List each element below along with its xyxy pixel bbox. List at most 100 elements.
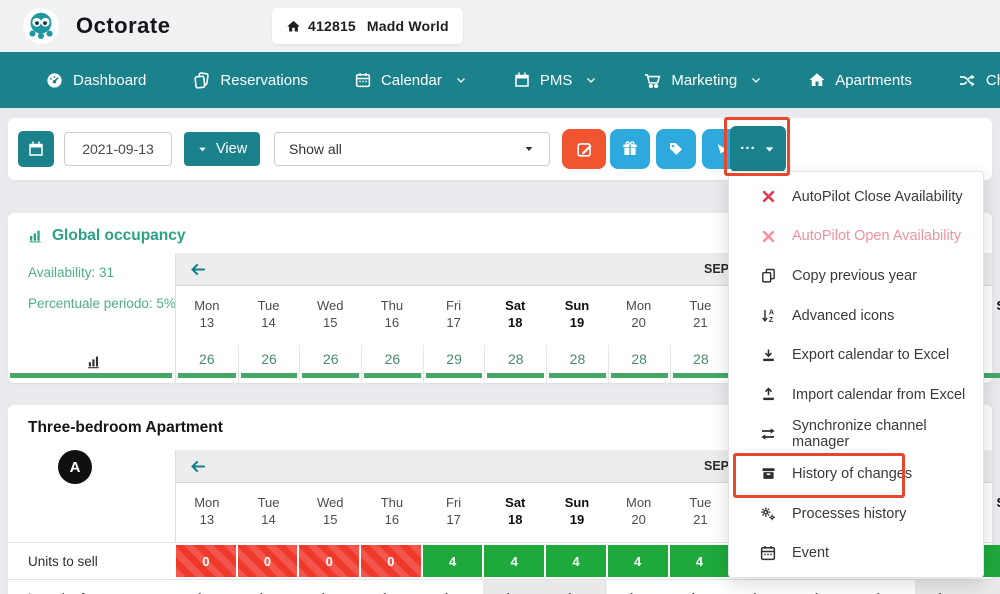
availability-value-cell[interactable]: 28 (546, 345, 608, 383)
length-of-stay-cell[interactable]: 1 (483, 580, 546, 594)
apartment-title: Three-bedroom Apartment (28, 419, 223, 436)
length-of-stay-cell[interactable]: 1 (976, 580, 1000, 594)
previous-arrow-icon[interactable] (189, 260, 208, 279)
availability-value-cell[interactable]: 28 (484, 345, 546, 383)
nav-item-reservations[interactable]: Reservations (192, 71, 308, 90)
nav-item-channels[interactable]: Channels (958, 71, 1000, 90)
day-cell[interactable]: Thu 16 (361, 286, 423, 345)
filter-select[interactable]: Show all (274, 132, 550, 166)
menu-item-history-of-changes[interactable]: History of changes (729, 454, 983, 494)
day-cell[interactable]: Sat 18 (484, 483, 546, 542)
occupancy-bar (487, 373, 545, 378)
units-cell[interactable]: 0 (237, 543, 299, 579)
day-cell[interactable]: Sun 19 (546, 286, 608, 345)
length-of-stay-cell[interactable]: 1 (607, 580, 669, 594)
nav-item-label: Reservations (220, 71, 308, 89)
menu-item-event[interactable]: Event (729, 533, 983, 573)
edit-button[interactable] (562, 129, 606, 169)
menu-item-import-calendar-from-excel[interactable]: Import calendar from Excel (729, 375, 983, 415)
occupancy-bar (364, 373, 421, 378)
menu-item-label: Event (792, 545, 830, 562)
more-actions-button[interactable]: ... (730, 126, 786, 172)
units-cell[interactable]: 4 (607, 543, 669, 579)
units-cell[interactable]: 0 (360, 543, 422, 579)
length-of-stay-cell[interactable]: 1 (669, 580, 731, 594)
length-of-stay-cell[interactable]: 1 (422, 580, 484, 594)
units-cell[interactable]: 4 (669, 543, 731, 579)
day-cell[interactable]: Mon 13 (176, 483, 238, 542)
nav-item-pms[interactable]: PMS (513, 71, 598, 89)
length-of-stay-cell[interactable]: 1 (854, 580, 916, 594)
chevron-down-icon (585, 74, 597, 86)
availability-value-cell[interactable]: 26 (361, 345, 423, 383)
occupancy-bar (302, 373, 360, 378)
month-label: SEP (704, 459, 730, 473)
property-badge[interactable]: 412815 Madd World (272, 8, 463, 44)
filter-value: Show all (289, 141, 342, 157)
units-cell[interactable]: 0 (298, 543, 360, 579)
availability-value-cell[interactable]: 29 (422, 345, 485, 383)
menu-item-advanced-icons[interactable]: A Z Advanced icons (729, 296, 983, 336)
svg-text:Z: Z (768, 316, 773, 324)
day-cell[interactable]: Thu 16 (361, 483, 423, 542)
menu-item-label: Processes history (792, 505, 907, 522)
availability-value-cell[interactable]: 26 (299, 345, 361, 383)
length-of-stay-cell[interactable]: 1 (175, 580, 237, 594)
chevron-down-icon (750, 74, 762, 86)
menu-item-synchronize-channel-manager[interactable]: Synchronize channel manager (729, 415, 983, 455)
length-of-stay-cell[interactable]: 1 (360, 580, 422, 594)
day-cell[interactable]: Tue 14 (238, 483, 300, 542)
day-cell[interactable]: Fri 17 (423, 483, 485, 542)
date-input[interactable] (64, 132, 172, 166)
calendar-alt-icon (513, 71, 531, 89)
menu-item-copy-previous-year[interactable]: Copy previous year (729, 256, 983, 296)
units-cell[interactable]: 0 (175, 543, 237, 579)
gift-button[interactable] (610, 129, 650, 169)
day-cell[interactable]: Fri 17 (423, 286, 485, 345)
day-cell[interactable]: Mon 20 (608, 286, 670, 345)
day-cell[interactable]: Tue 14 (238, 286, 300, 345)
view-button[interactable]: View (184, 132, 261, 166)
tag-button[interactable] (656, 129, 696, 169)
close-x-icon (759, 189, 777, 204)
tag-icon (667, 140, 685, 158)
menu-item-processes-history[interactable]: Processes history (729, 494, 983, 534)
previous-arrow-icon[interactable] (189, 457, 208, 476)
day-cell[interactable]: Wed 15 (299, 286, 361, 345)
nav-item-marketing[interactable]: Marketing (643, 71, 762, 90)
month-label: SEP (704, 262, 730, 276)
length-of-stay-cell[interactable]: 1 (545, 580, 607, 594)
menu-item-export-calendar-to-excel[interactable]: Export calendar to Excel (729, 335, 983, 375)
nav-item-apartments[interactable]: Apartments (808, 71, 912, 89)
day-cell[interactable]: Mon 20 (608, 483, 670, 542)
menu-item-label: Import calendar from Excel (792, 386, 966, 403)
occupancy-bar (240, 373, 298, 378)
menu-item-autopilot-close-availability[interactable]: AutoPilot Close Availability (729, 177, 983, 217)
day-cell[interactable]: Wed 15 (299, 483, 361, 542)
availability-value-cell[interactable]: 28 (669, 345, 732, 383)
length-of-stay-cell[interactable]: 1 (298, 580, 360, 594)
availability-value-cell[interactable]: 28 (607, 345, 670, 383)
units-cell[interactable]: 4 (483, 543, 545, 579)
day-cell[interactable]: Mon 13 (176, 286, 238, 345)
calendar-icon (759, 544, 777, 562)
menu-item-label: History of changes (792, 465, 913, 482)
day-cell[interactable]: Sat 18 (484, 286, 546, 345)
apartment-avatar[interactable]: A (58, 450, 92, 484)
units-cell[interactable]: 4 (422, 543, 484, 579)
length-of-stay-cell[interactable]: 1 (915, 580, 977, 594)
occupancy-row-icon (86, 353, 103, 370)
day-cell[interactable]: Sun 19 (546, 483, 608, 542)
day-cell[interactable]: Tue 21 (670, 286, 732, 345)
availability-value-cell[interactable]: 26 (176, 345, 238, 383)
nav-item-dashboard[interactable]: Dashboard (45, 71, 146, 90)
datepicker-button[interactable] (18, 131, 54, 167)
sort-az-icon: AZ (759, 307, 777, 324)
length-of-stay-cell[interactable]: 1 (237, 580, 299, 594)
nav-item-calendar[interactable]: Calendar (354, 71, 467, 89)
length-of-stay-cell[interactable]: 1 (792, 580, 854, 594)
day-cell[interactable]: Tue 21 (670, 483, 732, 542)
availability-value-cell[interactable]: 26 (237, 345, 300, 383)
length-of-stay-cell[interactable]: 1 (730, 580, 792, 594)
units-cell[interactable]: 4 (545, 543, 607, 579)
